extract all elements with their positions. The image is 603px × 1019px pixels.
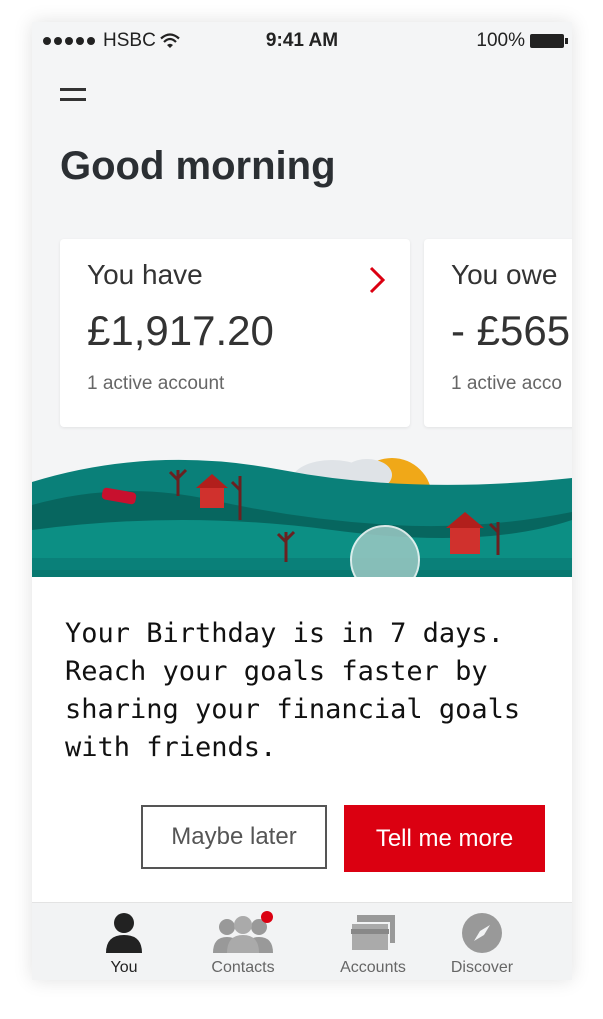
maybe-later-button[interactable]: Maybe later [141, 805, 327, 869]
tell-me-more-button[interactable]: Tell me more [344, 805, 545, 872]
tab-label: Discover [450, 959, 514, 976]
account-cards-carousel[interactable]: You have £1,917.20 1 active account You … [32, 239, 572, 429]
card-subtitle: 1 active account [87, 373, 225, 394]
tab-label: You [110, 959, 138, 976]
compass-icon [462, 913, 502, 953]
tab-contacts[interactable]: Contacts [198, 903, 288, 980]
birthday-promo-panel: Your Birthday is in 7 days. Reach your g… [32, 577, 572, 902]
page-title: Good morning [60, 144, 336, 188]
notification-badge [261, 911, 273, 923]
status-bar: HSBC 9:41 AM 100% [32, 22, 572, 62]
bottom-tab-bar: You Contacts Accounts Discover [32, 902, 572, 980]
promo-message: Your Birthday is in 7 days. Reach your g… [65, 618, 521, 763]
card-subtitle: 1 active acco [451, 373, 562, 394]
contacts-icon [213, 911, 273, 953]
phone-screen: HSBC 9:41 AM 100% Good morning You have … [32, 22, 572, 980]
debt-card[interactable]: You owe - £565 1 active acco [424, 239, 572, 427]
accounts-icon [350, 915, 395, 952]
card-label: You have [87, 259, 203, 290]
battery-icon [530, 34, 568, 48]
tab-accounts[interactable]: Accounts [328, 903, 418, 980]
person-icon [106, 913, 142, 953]
tab-label: Accounts [340, 959, 406, 976]
card-amount: - £565 [451, 307, 571, 354]
landscape-illustration [32, 458, 572, 580]
balance-card[interactable]: You have £1,917.20 1 active account [60, 239, 410, 427]
tab-label: Contacts [211, 959, 275, 976]
hamburger-menu-icon[interactable] [60, 88, 86, 108]
chevron-right-icon[interactable] [366, 265, 388, 295]
card-label: You owe [451, 259, 558, 290]
tab-you[interactable]: You [84, 903, 164, 980]
card-amount: £1,917.20 [87, 307, 274, 354]
tab-discover[interactable]: Discover [437, 903, 527, 980]
battery-indicator: 100% [476, 30, 568, 52]
battery-percent: 100% [476, 30, 525, 51]
